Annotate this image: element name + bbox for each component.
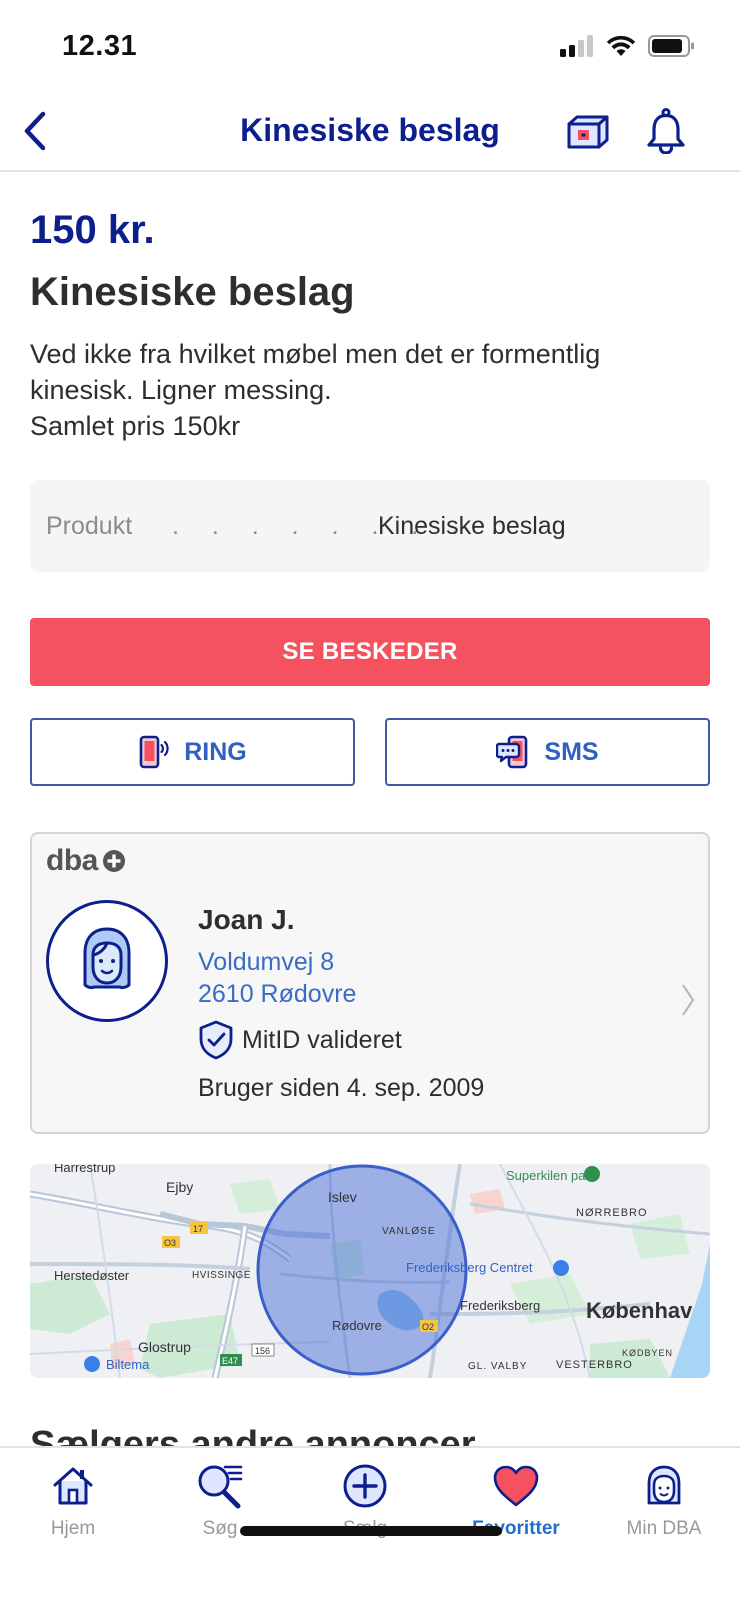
sms-chat-icon xyxy=(496,735,528,769)
map-label-kobenhavn: Københav xyxy=(586,1298,693,1323)
tab-home-label: Hjem xyxy=(50,1518,96,1539)
map-label-frederiksberg: Frederiksberg xyxy=(460,1298,540,1313)
map-label-gl-valby: GL. VALBY xyxy=(468,1361,527,1372)
nav-header: Kinesiske beslag xyxy=(0,92,740,172)
plus-circle-icon xyxy=(343,1464,387,1508)
tab-sell[interactable]: Sælg xyxy=(295,1460,435,1550)
sms-button-label: SMS xyxy=(544,737,599,766)
location-map[interactable]: Harrestrup Ejby Islev Superkilen park NØ… xyxy=(30,1164,710,1378)
shield-check-icon xyxy=(199,1020,233,1060)
sms-button[interactable]: SMS xyxy=(385,718,710,786)
seller-name: Joan J. xyxy=(198,904,295,935)
listing-price: 150 kr. xyxy=(30,208,155,252)
map-label-vanlose: VANLØSE xyxy=(382,1226,436,1237)
member-since: Bruger siden 4. sep. 2009 xyxy=(198,1074,485,1102)
map-label-kodbyen: KØDBYEN xyxy=(622,1348,673,1358)
shop-marker-icon xyxy=(553,1260,569,1276)
call-button-label: RING xyxy=(184,737,247,766)
call-button[interactable]: RING xyxy=(30,718,355,786)
listing-title: Kinesiske beslag xyxy=(30,270,355,314)
map-label-rodovre: Rødovre xyxy=(332,1318,382,1333)
phone-call-icon xyxy=(139,735,169,769)
map-label-ejby: Ejby xyxy=(166,1179,193,1195)
verification-row: MitID valideret xyxy=(198,1020,402,1060)
status-bar: 12.31 xyxy=(0,0,740,92)
seller-city: 2610 Rødovre xyxy=(198,980,357,1008)
map-label-superkilen: Superkilen park xyxy=(506,1168,597,1183)
map-label-hvissinge: HVISSINGE xyxy=(192,1270,251,1281)
map-canvas: Harrestrup Ejby Islev Superkilen park NØ… xyxy=(30,1164,710,1378)
map-label-frederiksberg-centret: Frederiksberg Centret xyxy=(406,1260,533,1275)
map-label-harrestrup: Harrestrup xyxy=(54,1164,115,1175)
shipping-button[interactable] xyxy=(562,106,614,158)
battery-icon xyxy=(648,35,694,57)
tab-home[interactable]: Hjem xyxy=(3,1460,143,1550)
seller-street: Voldumvej 8 xyxy=(198,948,335,976)
heart-icon xyxy=(493,1465,539,1507)
attribute-box: Produkt . . . . . . . . . . Kinesiske be… xyxy=(30,480,710,572)
seller-card[interactable]: dba Joan J. Voldumvej 8 2610 Rødovre Mit… xyxy=(30,832,710,1134)
map-label-herstedoster: Herstedøster xyxy=(54,1268,130,1283)
map-label-glostrup: Glostrup xyxy=(138,1339,191,1355)
dba-logo-text: dba xyxy=(46,844,98,877)
verification-label: MitID valideret xyxy=(242,1025,402,1054)
dba-logo: dba xyxy=(46,844,126,878)
home-icon xyxy=(53,1467,93,1505)
wifi-icon xyxy=(606,35,636,56)
road-shield-label: O2 xyxy=(422,1322,434,1332)
road-shield-label: E47 xyxy=(222,1356,238,1366)
park-marker-icon xyxy=(584,1166,600,1182)
page-title: Kinesiske beslag xyxy=(240,112,500,148)
listing-description: Ved ikke fra hvilket møbel men det er fo… xyxy=(30,336,710,444)
tab-profile-label: Min DBA xyxy=(626,1518,702,1539)
attribute-label: Produkt xyxy=(46,512,133,540)
home-indicator xyxy=(240,1526,502,1536)
road-shield-label: 17 xyxy=(193,1224,203,1234)
description-line: kinesisk. Ligner messing. xyxy=(30,375,332,405)
bell-icon xyxy=(647,108,685,154)
map-label-norrebro: NØRREBRO xyxy=(576,1207,648,1219)
profile-icon xyxy=(647,1465,681,1505)
description-line: Samlet pris 150kr xyxy=(30,411,241,441)
road-shield-label: O3 xyxy=(164,1238,176,1248)
map-label-islev: Islev xyxy=(328,1189,357,1205)
tab-search[interactable]: Søg xyxy=(150,1460,290,1550)
tab-favorites[interactable]: Favoritter xyxy=(446,1460,586,1550)
description-line: Ved ikke fra hvilket møbel men det er fo… xyxy=(30,339,601,369)
map-label-vesterbro: VESTERBRO xyxy=(556,1359,633,1371)
road-shield-label: 156 xyxy=(255,1346,270,1356)
notifications-button[interactable] xyxy=(640,104,692,158)
see-messages-button[interactable]: SE BESKEDER xyxy=(30,618,710,686)
map-label-biltema: Biltema xyxy=(106,1357,150,1372)
chevron-right-icon xyxy=(682,984,695,1016)
tab-profile[interactable]: Min DBA xyxy=(594,1460,734,1550)
status-icons xyxy=(560,34,696,58)
package-icon xyxy=(567,115,609,149)
cellular-signal-icon xyxy=(560,35,593,57)
search-icon xyxy=(198,1465,243,1509)
seller-avatar xyxy=(46,900,168,1022)
bottom-tab-bar: Hjem Søg Sælg Favoritter xyxy=(0,1446,740,1600)
store-marker-icon xyxy=(84,1356,100,1372)
status-time: 12.31 xyxy=(62,30,138,62)
plus-badge-icon xyxy=(102,850,125,872)
woman-profile-icon xyxy=(83,927,131,990)
attribute-value: Kinesiske beslag xyxy=(378,512,566,540)
